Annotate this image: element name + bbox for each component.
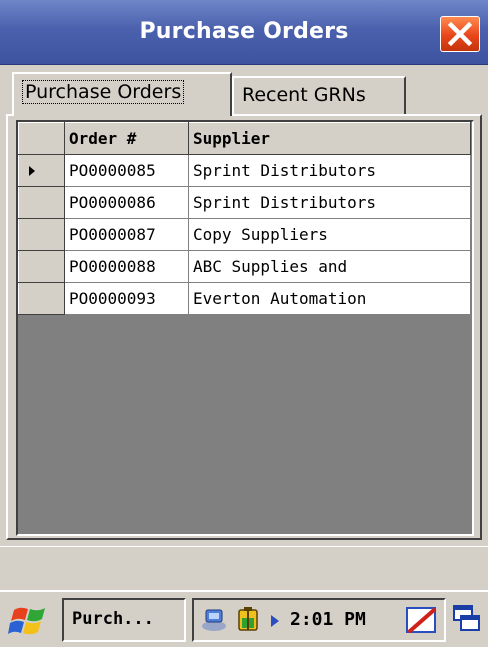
desktop-icon: [453, 605, 480, 631]
taskbar: Purch... 2:01 PM: [0, 590, 488, 647]
row-header-corner: [18, 122, 65, 155]
order-number-cell[interactable]: PO0000093: [64, 282, 189, 315]
show-desktop-button[interactable]: [452, 602, 482, 636]
task-button-purchase-orders[interactable]: Purch...: [62, 598, 186, 642]
title-bar: Purchase Orders: [0, 0, 488, 65]
supplier-cell[interactable]: ABC Supplies and: [188, 250, 471, 283]
order-number-cell[interactable]: PO0000085: [64, 154, 189, 187]
tab-purchase-orders[interactable]: Purchase Orders: [12, 72, 232, 116]
clock[interactable]: 2:01 PM: [290, 600, 366, 640]
table-row[interactable]: PO0000086 Sprint Distributors: [18, 186, 471, 219]
supplier-cell[interactable]: Sprint Distributors: [188, 186, 471, 219]
current-row-indicator-icon: [29, 166, 35, 176]
window-title: Purchase Orders: [139, 19, 349, 44]
volume-arrow-icon[interactable]: [268, 613, 282, 629]
orders-grid[interactable]: Order # Supplier PO0000085 Sprint Distri…: [16, 120, 474, 536]
tab-recent-grns-label: Recent GRNs: [242, 84, 366, 106]
device-screen: Purchase Orders Recent GRNs Purchase Ord…: [0, 0, 488, 647]
system-tray: 2:01 PM: [192, 598, 446, 642]
input-panel-icon[interactable]: [404, 604, 440, 638]
close-button[interactable]: [440, 16, 480, 52]
windows-flag-icon: [8, 607, 45, 635]
supplier-cell[interactable]: Sprint Distributors: [188, 154, 471, 187]
table-row[interactable]: PO0000085 Sprint Distributors: [18, 154, 471, 187]
table-row[interactable]: PO0000087 Copy Suppliers: [18, 218, 471, 251]
supplier-cell[interactable]: Copy Suppliers: [188, 218, 471, 251]
table-row[interactable]: PO0000093 Everton Automation: [18, 282, 471, 315]
tab-recent-grns[interactable]: Recent GRNs: [232, 76, 406, 114]
orders-table: Order # Supplier PO0000085 Sprint Distri…: [18, 122, 471, 315]
supplier-cell[interactable]: Everton Automation: [188, 282, 471, 315]
tab-purchase-orders-label: Purchase Orders: [22, 80, 185, 104]
close-icon: [447, 21, 473, 47]
order-number-cell[interactable]: PO0000088: [64, 250, 189, 283]
order-number-cell[interactable]: PO0000086: [64, 186, 189, 219]
row-selector-current[interactable]: [18, 154, 65, 187]
battery-icon[interactable]: [234, 606, 264, 634]
network-icon[interactable]: [200, 606, 232, 634]
column-header-supplier[interactable]: Supplier: [188, 122, 471, 155]
row-selector[interactable]: [18, 218, 65, 251]
start-button[interactable]: [8, 602, 54, 640]
row-selector[interactable]: [18, 282, 65, 315]
status-area: [0, 546, 488, 591]
column-header-order[interactable]: Order #: [64, 122, 189, 155]
table-row[interactable]: PO0000088 ABC Supplies and: [18, 250, 471, 283]
row-selector[interactable]: [18, 186, 65, 219]
row-selector[interactable]: [18, 250, 65, 283]
order-number-cell[interactable]: PO0000087: [64, 218, 189, 251]
grid-header-row: Order # Supplier: [18, 122, 471, 155]
